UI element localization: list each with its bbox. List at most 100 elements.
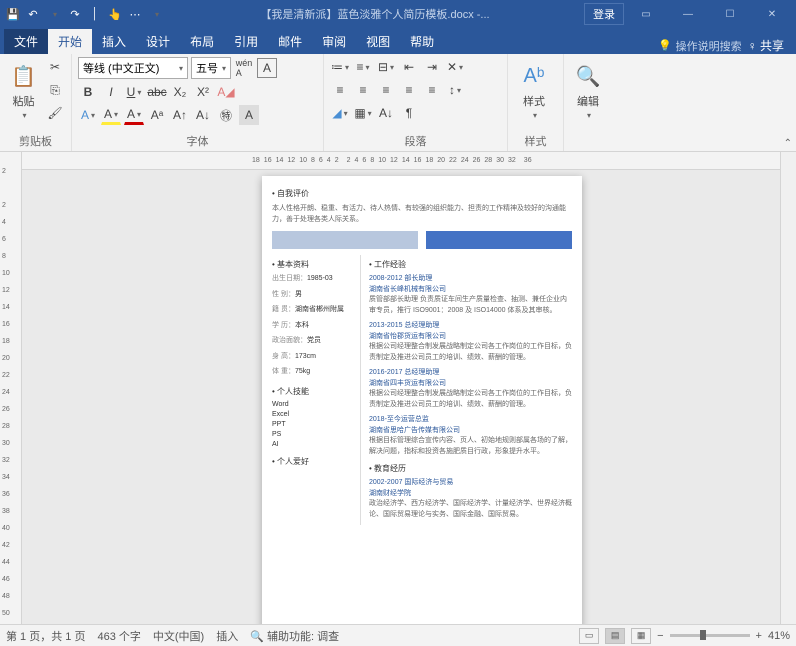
view-print-icon[interactable]: ▤: [605, 628, 625, 644]
enclose-char-icon[interactable]: ㊕: [216, 105, 236, 125]
menu-view[interactable]: 视图: [356, 29, 400, 54]
undo-icon[interactable]: ↶: [24, 5, 42, 23]
menu-layout[interactable]: 布局: [180, 29, 224, 54]
menu-references[interactable]: 引用: [224, 29, 268, 54]
view-web-icon[interactable]: ▦: [631, 628, 651, 644]
font-color-icon[interactable]: A▾: [124, 105, 144, 125]
shrink-font-icon[interactable]: A↓: [193, 105, 213, 125]
collapse-ribbon-icon[interactable]: ⌃: [784, 138, 792, 149]
menu-insert[interactable]: 插入: [92, 29, 136, 54]
group-styles: 样式: [514, 131, 557, 149]
chevron-down-icon: ▾: [222, 64, 226, 73]
highlight-icon[interactable]: A▾: [101, 105, 121, 125]
multilevel-icon[interactable]: ⊟▾: [376, 57, 396, 77]
menu-design[interactable]: 设计: [136, 29, 180, 54]
bulb-icon: 💡: [658, 39, 672, 52]
skills-heading: • 个人技能: [272, 386, 350, 397]
subscript-button[interactable]: X₂: [170, 82, 190, 102]
format-painter-icon[interactable]: 🖌: [45, 103, 65, 123]
status-insert[interactable]: 插入: [216, 628, 238, 644]
skills-list: WordExcelPPTPSAI: [272, 401, 350, 448]
document-page[interactable]: • 自我评价 本人性格开朗、稳重、有活力、待人热情、有较强的组织能力、担责的工作…: [262, 176, 582, 624]
qat-dd[interactable]: ▾: [148, 5, 166, 23]
phonetic-icon[interactable]: wénA: [234, 58, 254, 78]
char-box-icon[interactable]: A: [239, 105, 259, 125]
tell-me-search[interactable]: 💡操作说明搜索: [658, 38, 742, 54]
numbering-icon[interactable]: ≡▾: [353, 57, 373, 77]
qat-sep: │: [86, 5, 104, 23]
vertical-ruler[interactable]: 2246810121416182022242628303234363840424…: [0, 152, 22, 624]
asian-layout-icon[interactable]: ✕▾: [445, 57, 465, 77]
align-right-icon[interactable]: ≡: [376, 80, 396, 100]
menu-mailings[interactable]: 邮件: [268, 29, 312, 54]
zoom-slider[interactable]: [670, 634, 750, 637]
hobby-heading: • 个人爱好: [272, 456, 350, 467]
horizontal-ruler[interactable]: 1816141210864224681012141618202224262830…: [22, 152, 780, 170]
save-icon[interactable]: 💾: [4, 5, 22, 23]
status-words[interactable]: 463 个字: [97, 628, 140, 644]
increase-indent-icon[interactable]: ⇥: [422, 57, 442, 77]
view-read-icon[interactable]: ▭: [579, 628, 599, 644]
maximize-icon[interactable]: ☐: [710, 2, 750, 26]
decrease-indent-icon[interactable]: ⇤: [399, 57, 419, 77]
cut-icon[interactable]: ✂: [45, 57, 65, 77]
styles-button[interactable]: Aᵇ 样式 ▾: [514, 57, 554, 120]
group-paragraph: 段落: [330, 131, 501, 149]
minimize-icon[interactable]: —: [668, 2, 708, 26]
photo-placeholder: [272, 231, 572, 249]
work-heading: • 工作经验: [369, 259, 572, 270]
group-font: 字体: [78, 131, 317, 149]
grow-font-icon[interactable]: A↑: [170, 105, 190, 125]
line-spacing-icon[interactable]: ↕▾: [445, 80, 465, 100]
menu-home[interactable]: 开始: [48, 29, 92, 54]
vertical-scrollbar[interactable]: [780, 152, 796, 624]
justify-icon[interactable]: ≡: [399, 80, 419, 100]
strike-button[interactable]: abc: [147, 82, 167, 102]
sort-icon[interactable]: A↓: [376, 103, 396, 123]
undo-dd[interactable]: ▾: [46, 5, 64, 23]
paste-button[interactable]: 📋 粘贴 ▾: [6, 57, 41, 120]
italic-button[interactable]: I: [101, 82, 121, 102]
status-page[interactable]: 第 1 页，共 1 页: [6, 628, 85, 644]
qat-icon[interactable]: ⋯: [126, 5, 144, 23]
superscript-button[interactable]: X²: [193, 82, 213, 102]
status-lang[interactable]: 中文(中国): [153, 628, 204, 644]
char-shading-icon[interactable]: Aᵃ: [147, 105, 167, 125]
clear-format-icon[interactable]: A◢: [216, 82, 236, 102]
group-clipboard: 剪贴板: [6, 131, 65, 149]
show-marks-icon[interactable]: ¶: [399, 103, 419, 123]
editing-button[interactable]: 🔍 编辑 ▾: [570, 57, 606, 120]
touch-icon[interactable]: 👆: [106, 5, 124, 23]
bold-button[interactable]: B: [78, 82, 98, 102]
window-title: 【我是清新派】蓝色淡雅个人简历模板.docx -...: [166, 6, 584, 22]
zoom-level[interactable]: 41%: [768, 630, 790, 642]
zoom-in-icon[interactable]: +: [756, 630, 762, 642]
char-border-icon[interactable]: A: [257, 58, 277, 78]
distribute-icon[interactable]: ≡: [422, 80, 442, 100]
text-effect-icon[interactable]: A▾: [78, 105, 98, 125]
font-size-combo[interactable]: 五号▾: [191, 57, 231, 79]
underline-button[interactable]: U▾: [124, 82, 144, 102]
self-eval-heading: • 自我评价: [272, 188, 572, 199]
copy-icon[interactable]: ⎘: [45, 80, 65, 100]
menu-file[interactable]: 文件: [4, 29, 48, 54]
close-icon[interactable]: ✕: [752, 2, 792, 26]
login-button[interactable]: 登录: [584, 3, 624, 25]
share-button[interactable]: ♀ 共享: [748, 37, 784, 54]
bullets-icon[interactable]: ≔▾: [330, 57, 350, 77]
clipboard-icon: 📋: [9, 61, 39, 91]
ribbon-options-icon[interactable]: ▭: [626, 2, 666, 26]
menu-help[interactable]: 帮助: [400, 29, 444, 54]
styles-icon: Aᵇ: [519, 61, 549, 91]
shading-icon[interactable]: ◢▾: [330, 103, 350, 123]
align-left-icon[interactable]: ≡: [330, 80, 350, 100]
basic-info-list: 出生日期：1985-03性 别：男籍 贯：湖南省郴州附属学 历：本科政治面貌：党…: [272, 274, 350, 378]
redo-icon[interactable]: ↷: [66, 5, 84, 23]
align-center-icon[interactable]: ≡: [353, 80, 373, 100]
basic-heading: • 基本资料: [272, 259, 350, 270]
font-name-combo[interactable]: 等线 (中文正文)▾: [78, 57, 188, 79]
borders-icon[interactable]: ▦▾: [353, 103, 373, 123]
status-a11y[interactable]: 🔍 辅助功能: 调查: [250, 628, 339, 644]
zoom-out-icon[interactable]: −: [657, 630, 663, 642]
menu-review[interactable]: 审阅: [312, 29, 356, 54]
